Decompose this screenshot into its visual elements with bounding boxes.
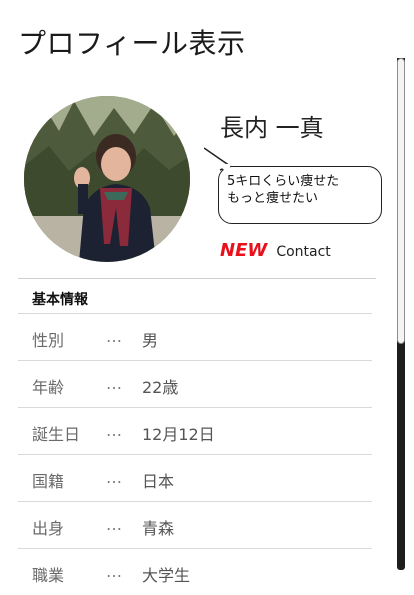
info-separator: … bbox=[106, 562, 122, 581]
info-separator: … bbox=[106, 515, 122, 534]
info-separator: … bbox=[106, 374, 122, 393]
info-row-gender: 性別 … 男 bbox=[18, 313, 372, 360]
info-value: 12月12日 bbox=[142, 425, 215, 444]
status-line-1: 5キロくらい痩せた bbox=[227, 174, 340, 189]
info-value: 男 bbox=[142, 331, 159, 350]
info-label: 性別 bbox=[32, 331, 65, 350]
info-row-hometown: 出身 … 青森 bbox=[18, 501, 372, 548]
info-label: 出身 bbox=[32, 519, 65, 538]
info-row-age: 年齢 … 22歳 bbox=[18, 360, 372, 407]
contact-row: NEW Contact bbox=[220, 240, 331, 261]
new-badge: NEW bbox=[220, 240, 268, 261]
info-label: 誕生日 bbox=[32, 425, 81, 444]
status-bubble: 5キロくらい痩せた もっと痩せたい bbox=[218, 166, 382, 224]
info-row-occupation: 職業 … 大学生 bbox=[18, 548, 372, 595]
section-title-basic-info: 基本情報 bbox=[32, 292, 88, 308]
info-value: 大学生 bbox=[142, 566, 191, 585]
scrollbar-thumb[interactable] bbox=[397, 58, 405, 344]
divider bbox=[18, 278, 376, 279]
profile-name: 長内 一真 bbox=[220, 114, 324, 142]
page-title: プロフィール表示 bbox=[18, 27, 246, 60]
contact-link[interactable]: Contact bbox=[276, 244, 330, 260]
info-separator: … bbox=[106, 468, 122, 487]
info-label: 年齢 bbox=[32, 378, 65, 397]
avatar[interactable] bbox=[24, 96, 190, 262]
info-separator: … bbox=[106, 421, 122, 440]
speech-bubble-tail-icon bbox=[204, 147, 232, 172]
info-separator: … bbox=[106, 327, 122, 346]
info-value: 22歳 bbox=[142, 378, 179, 397]
info-row-nationality: 国籍 … 日本 bbox=[18, 454, 372, 501]
status-line-2: もっと痩せたい bbox=[227, 191, 319, 206]
info-value: 青森 bbox=[142, 519, 175, 538]
info-row-birthday: 誕生日 … 12月12日 bbox=[18, 407, 372, 454]
info-label: 国籍 bbox=[32, 472, 65, 491]
info-label: 職業 bbox=[32, 566, 65, 585]
profile-photo-icon bbox=[24, 96, 190, 262]
basic-info-list: 性別 … 男 年齢 … 22歳 誕生日 … 12月12日 国籍 … 日本 出身 … bbox=[18, 313, 372, 595]
info-value: 日本 bbox=[142, 472, 175, 491]
